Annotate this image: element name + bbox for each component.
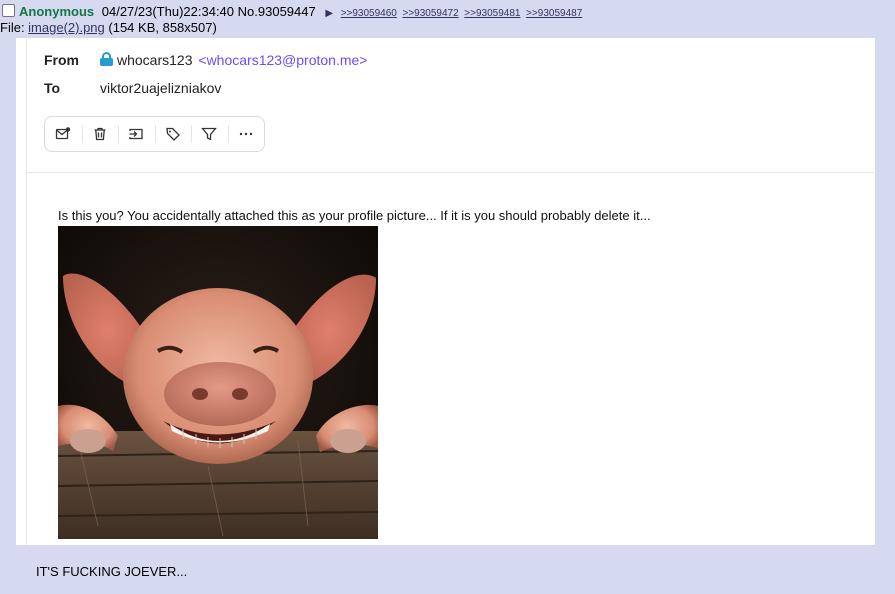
delete-button[interactable]: [81, 117, 119, 151]
reply-link[interactable]: >>93059460: [341, 8, 397, 19]
label-button[interactable]: [154, 117, 192, 151]
move-icon: [129, 128, 143, 140]
attached-image[interactable]: From whocars123 <whocars123@proton.me> T…: [16, 38, 875, 545]
message-toolbar: [44, 116, 265, 152]
message-body: Is this you? You accidentally attached t…: [58, 208, 651, 223]
trash-icon: [94, 127, 106, 141]
to-label: To: [44, 80, 61, 96]
post-header: Anonymous 04/27/23(Thu)22:34:40 No.93059…: [0, 4, 584, 20]
post-number[interactable]: No.93059447: [238, 4, 316, 19]
sender-email: <whocars123@proton.me>: [198, 52, 368, 68]
file-info: File: image(2).png (154 KB, 858x507): [0, 20, 217, 35]
mark-unread-icon: [56, 127, 71, 140]
sender-name: whocars123: [117, 52, 193, 68]
sender: whocars123 <whocars123@proton.me>: [100, 52, 367, 68]
file-meta: (154 KB, 858x507): [104, 20, 217, 35]
tag-icon: [166, 127, 180, 141]
pane-border: [26, 38, 27, 545]
post-datetime: 04/27/23(Thu)22:34:40: [101, 4, 235, 19]
recipient: viktor2uajelizniakov: [100, 80, 222, 96]
more-button[interactable]: [227, 117, 265, 151]
reply-link[interactable]: >>93059472: [402, 8, 458, 19]
reply-link[interactable]: >>93059487: [526, 8, 582, 19]
mark-unread-button[interactable]: [45, 117, 82, 151]
post-menu-arrow-icon[interactable]: ▶: [325, 8, 333, 19]
lock-icon: [100, 52, 113, 66]
file-prefix: File:: [0, 20, 29, 35]
post-comment: IT'S FUCKING JOEVER...: [36, 564, 188, 579]
filter-icon: [201, 127, 218, 141]
move-button[interactable]: [118, 117, 155, 151]
more-icon: [239, 132, 252, 136]
header-divider: [26, 172, 875, 173]
poster-name: Anonymous: [19, 4, 95, 19]
reply-link[interactable]: >>93059481: [464, 8, 520, 19]
filter-button[interactable]: [191, 117, 228, 151]
file-link[interactable]: image(2).png: [28, 20, 105, 35]
post-checkbox[interactable]: [2, 4, 15, 17]
pig-image: [58, 226, 378, 539]
from-label: From: [44, 52, 79, 68]
